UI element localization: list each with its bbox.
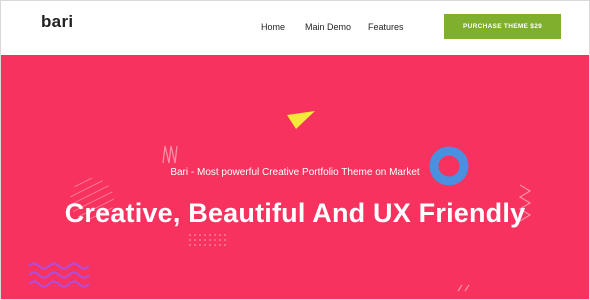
purple-waves-icon	[28, 262, 90, 288]
nav-link-home[interactable]: Home	[261, 22, 285, 32]
purchase-theme-button[interactable]: PURCHASE THEME $29	[444, 14, 561, 39]
dot-grid-icon	[189, 234, 226, 246]
nav-link-features[interactable]: Features	[368, 22, 404, 32]
yellow-triangle-icon	[287, 111, 315, 129]
blue-ring-icon	[429, 146, 469, 186]
small-zigzag-icon	[162, 145, 178, 164]
hero-title: Creative, Beautiful And UX Friendly	[64, 198, 526, 228]
hero-subtitle: Bari - Most powerful Creative Portfolio …	[170, 167, 420, 178]
dash-marks-icon	[457, 284, 470, 292]
top-navbar: bari Home Main Demo Features PURCHASE TH…	[1, 1, 589, 55]
brand-logo[interactable]: bari	[41, 12, 73, 32]
page-frame: bari Home Main Demo Features PURCHASE TH…	[0, 0, 590, 300]
nav-link-main-demo[interactable]: Main Demo	[305, 22, 351, 32]
hero-section: Bari - Most powerful Creative Portfolio …	[1, 55, 589, 299]
